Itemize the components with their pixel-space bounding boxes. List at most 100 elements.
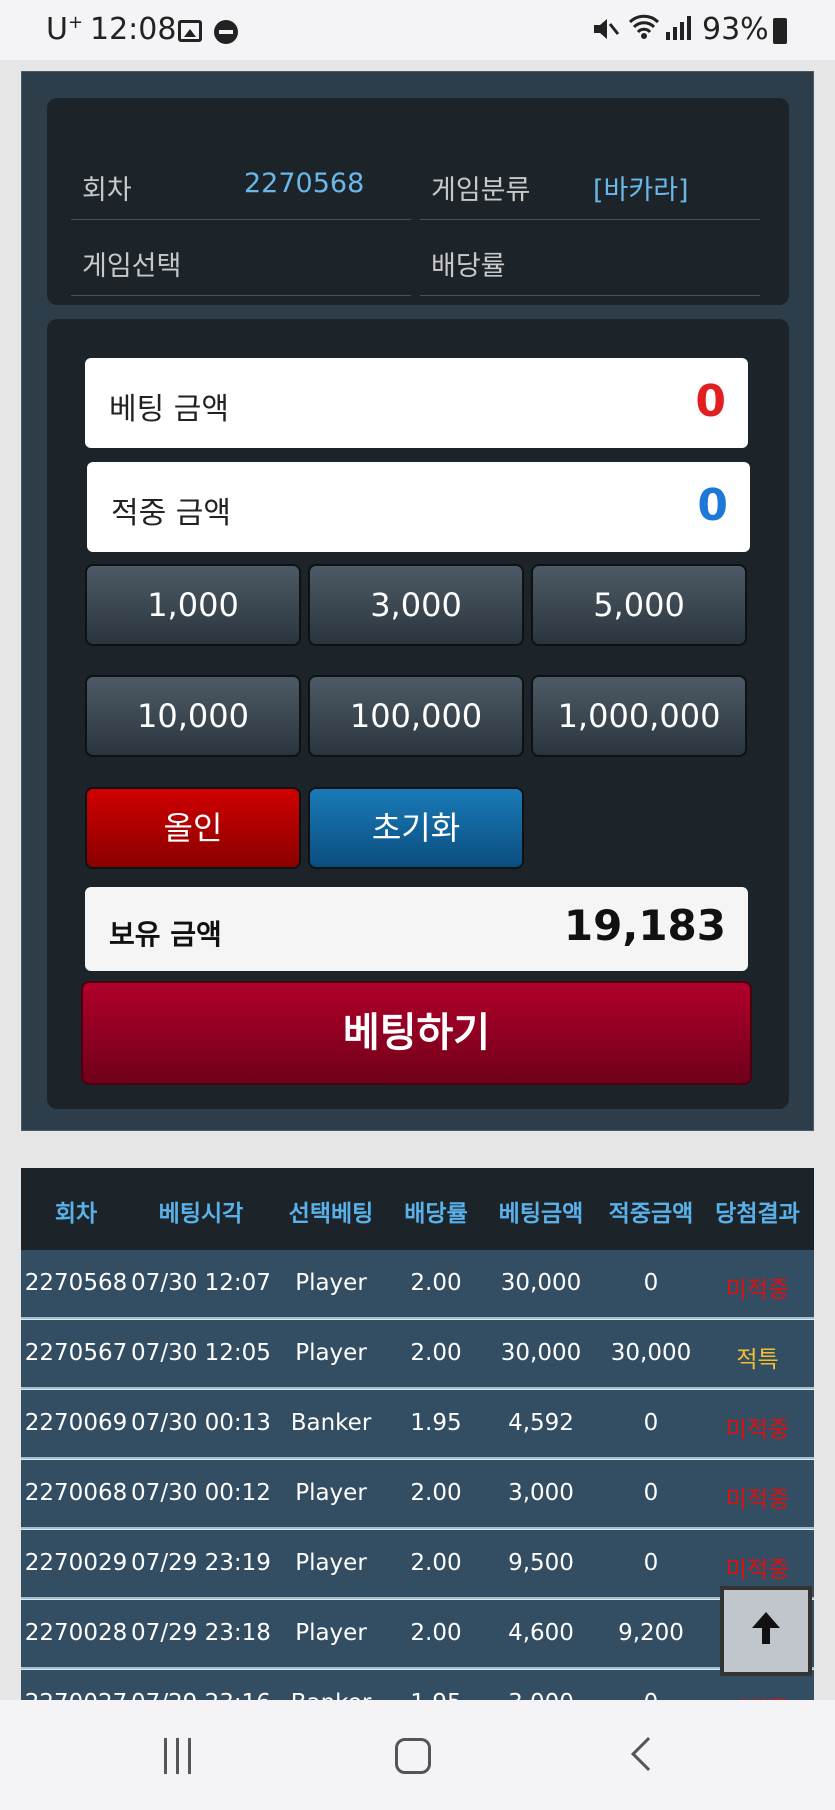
cell-round: 2270568 xyxy=(24,1270,128,1296)
cell-odds: 1.95 xyxy=(410,1410,462,1436)
header-round: 회차 xyxy=(54,1201,98,1227)
header-result: 당첨결과 xyxy=(715,1201,800,1227)
cell-win: 0 xyxy=(643,1410,659,1436)
header-time: 베팅시각 xyxy=(158,1201,244,1227)
header-bet: 베팅금액 xyxy=(498,1201,584,1227)
chip-3000-button[interactable]: 3,000 xyxy=(308,564,524,646)
bet-amount-row: 베팅 금액 0 xyxy=(85,358,748,448)
cell-time: 07/30 00:13 xyxy=(131,1410,271,1436)
reset-button[interactable]: 초기화 xyxy=(308,787,524,869)
mute-icon xyxy=(592,16,620,49)
back-icon[interactable] xyxy=(631,1737,665,1771)
betting-panel: 회차 2270568 게임분류 [바카라] 게임선택 배당률 베팅 금액 0 적… xyxy=(21,71,814,1131)
wifi-icon xyxy=(628,14,660,47)
category-value: [바카라] xyxy=(593,175,689,206)
cell-pick: Banker xyxy=(290,1410,372,1436)
recent-apps-icon[interactable] xyxy=(160,1738,196,1774)
cell-bet: 9,500 xyxy=(508,1550,574,1576)
cell-bet: 4,600 xyxy=(508,1620,574,1646)
all-in-button[interactable]: 올인 xyxy=(85,787,301,869)
table-row: 2270567 07/30 12:05 Player 2.00 30,000 30,000… xyxy=(21,1320,814,1389)
cell-win: 0 xyxy=(643,1480,659,1506)
cell-result: 적특 xyxy=(736,1347,779,1373)
cell-bet: 4,592 xyxy=(508,1410,574,1436)
selection-cell: 게임선택 xyxy=(71,220,411,296)
cell-odds: 1.95 xyxy=(391,1690,481,1700)
battery-percent: 93% xyxy=(702,12,769,47)
chip-10000-button[interactable]: 10,000 xyxy=(85,675,301,757)
selection-label: 게임선택 xyxy=(82,251,182,282)
balance-label: 보유 금액 xyxy=(109,918,222,951)
round-value: 2270568 xyxy=(244,168,365,199)
navigation-bar xyxy=(0,1700,835,1810)
cell-odds: 2.00 xyxy=(410,1480,462,1506)
battery-icon xyxy=(773,18,787,44)
header-odds: 배당률 xyxy=(404,1201,468,1227)
scroll-top-button[interactable] xyxy=(720,1586,812,1676)
cell-bet: 30,000 xyxy=(500,1270,582,1296)
cell-win: 0 xyxy=(601,1690,701,1700)
cell-bet: 3,000 xyxy=(481,1690,601,1700)
category-cell: 게임분류 [바카라] xyxy=(420,144,760,220)
place-bet-button[interactable]: 베팅하기 xyxy=(81,981,752,1085)
cell-time: 07/30 12:07 xyxy=(131,1270,271,1296)
bet-box: 베팅 금액 0 적중 금액 0 1,000 3,000 5,000 10,000… xyxy=(47,319,789,1109)
header-win: 적중금액 xyxy=(608,1201,694,1227)
win-amount-label: 적중 금액 xyxy=(111,496,231,531)
dnd-icon xyxy=(214,20,238,44)
cell-pick: Player xyxy=(295,1480,367,1506)
cell-pick: Player xyxy=(295,1620,367,1646)
cell-time: 07/29 23:19 xyxy=(131,1550,271,1576)
status-time: 12:08 xyxy=(90,12,177,47)
chip-5000-button[interactable]: 5,000 xyxy=(531,564,747,646)
cell-round: 2270029 xyxy=(24,1550,128,1576)
cell-pick: Banker xyxy=(271,1690,391,1700)
cell-round: 2270028 xyxy=(24,1620,128,1646)
status-bar: U+ 12:08 93% xyxy=(0,0,835,60)
table-row: 227002707/29 23:16Banker1.953,0000미적중 xyxy=(21,1670,814,1700)
cell-win: 9,200 xyxy=(618,1620,684,1646)
carrier-label: U+ xyxy=(46,12,84,47)
cell-win: 0 xyxy=(643,1270,659,1296)
cell-pick: Player xyxy=(295,1340,367,1366)
chip-100000-button[interactable]: 100,000 xyxy=(308,675,524,757)
signal-icon xyxy=(666,16,692,40)
category-label: 게임분류 xyxy=(431,175,531,206)
header-pick: 선택베팅 xyxy=(288,1201,374,1227)
game-info-box: 회차 2270568 게임분류 [바카라] 게임선택 배당률 xyxy=(47,98,789,305)
cell-round: 2270068 xyxy=(24,1480,128,1506)
bet-history-table: 회차 베팅시각 선택베팅 배당률 베팅금액 적중금액 당첨결과 2270568 0… xyxy=(21,1168,814,1700)
cell-time: 07/30 00:12 xyxy=(131,1480,271,1506)
bet-amount-value: 0 xyxy=(695,376,726,427)
cell-odds: 2.00 xyxy=(410,1270,462,1296)
chip-1000-button[interactable]: 1,000 xyxy=(85,564,301,646)
table-row: 2270068 07/30 00:12 Player 2.00 3,000 0 미적중 xyxy=(21,1460,814,1529)
cell-odds: 2.00 xyxy=(410,1340,462,1366)
cell-result: 미적중 xyxy=(725,1487,790,1513)
odds-label: 배당률 xyxy=(431,251,506,282)
balance-value: 19,183 xyxy=(563,901,726,950)
table-row: 2270029 07/29 23:19 Player 2.00 9,500 0 미적중 xyxy=(21,1530,814,1599)
cell-round: 2270069 xyxy=(24,1410,128,1436)
cell-odds: 2.00 xyxy=(410,1550,462,1576)
chip-1000000-button[interactable]: 1,000,000 xyxy=(531,675,747,757)
arrow-up-shaft xyxy=(762,1626,770,1644)
home-icon[interactable] xyxy=(395,1738,431,1774)
cell-result: 미적중 xyxy=(725,1277,790,1303)
table-row: 2270568 07/30 12:07 Player 2.00 30,000 0 미적중 xyxy=(21,1250,814,1319)
cell-result: 미적중 xyxy=(701,1690,814,1700)
cell-round: 2270567 xyxy=(24,1340,128,1366)
cell-time: 07/29 23:18 xyxy=(131,1620,271,1646)
round-cell: 회차 2270568 xyxy=(71,144,411,220)
win-amount-value: 0 xyxy=(697,480,728,531)
table-row: 227002807/29 23:18Player2.004,6009,200적특 xyxy=(21,1600,814,1669)
table-row: 2270069 07/30 00:13 Banker 1.95 4,592 0 미적중 xyxy=(21,1390,814,1459)
cell-bet: 3,000 xyxy=(508,1480,574,1506)
table-header: 회차 베팅시각 선택베팅 배당률 베팅금액 적중금액 당첨결과 xyxy=(21,1168,814,1250)
cell-time: 07/30 12:05 xyxy=(131,1340,271,1366)
cell-pick: Player xyxy=(295,1550,367,1576)
gallery-icon xyxy=(178,20,202,42)
cell-time: 07/29 23:16 xyxy=(131,1690,271,1700)
round-label: 회차 xyxy=(82,175,132,206)
cell-round: 2270027 xyxy=(21,1690,131,1700)
